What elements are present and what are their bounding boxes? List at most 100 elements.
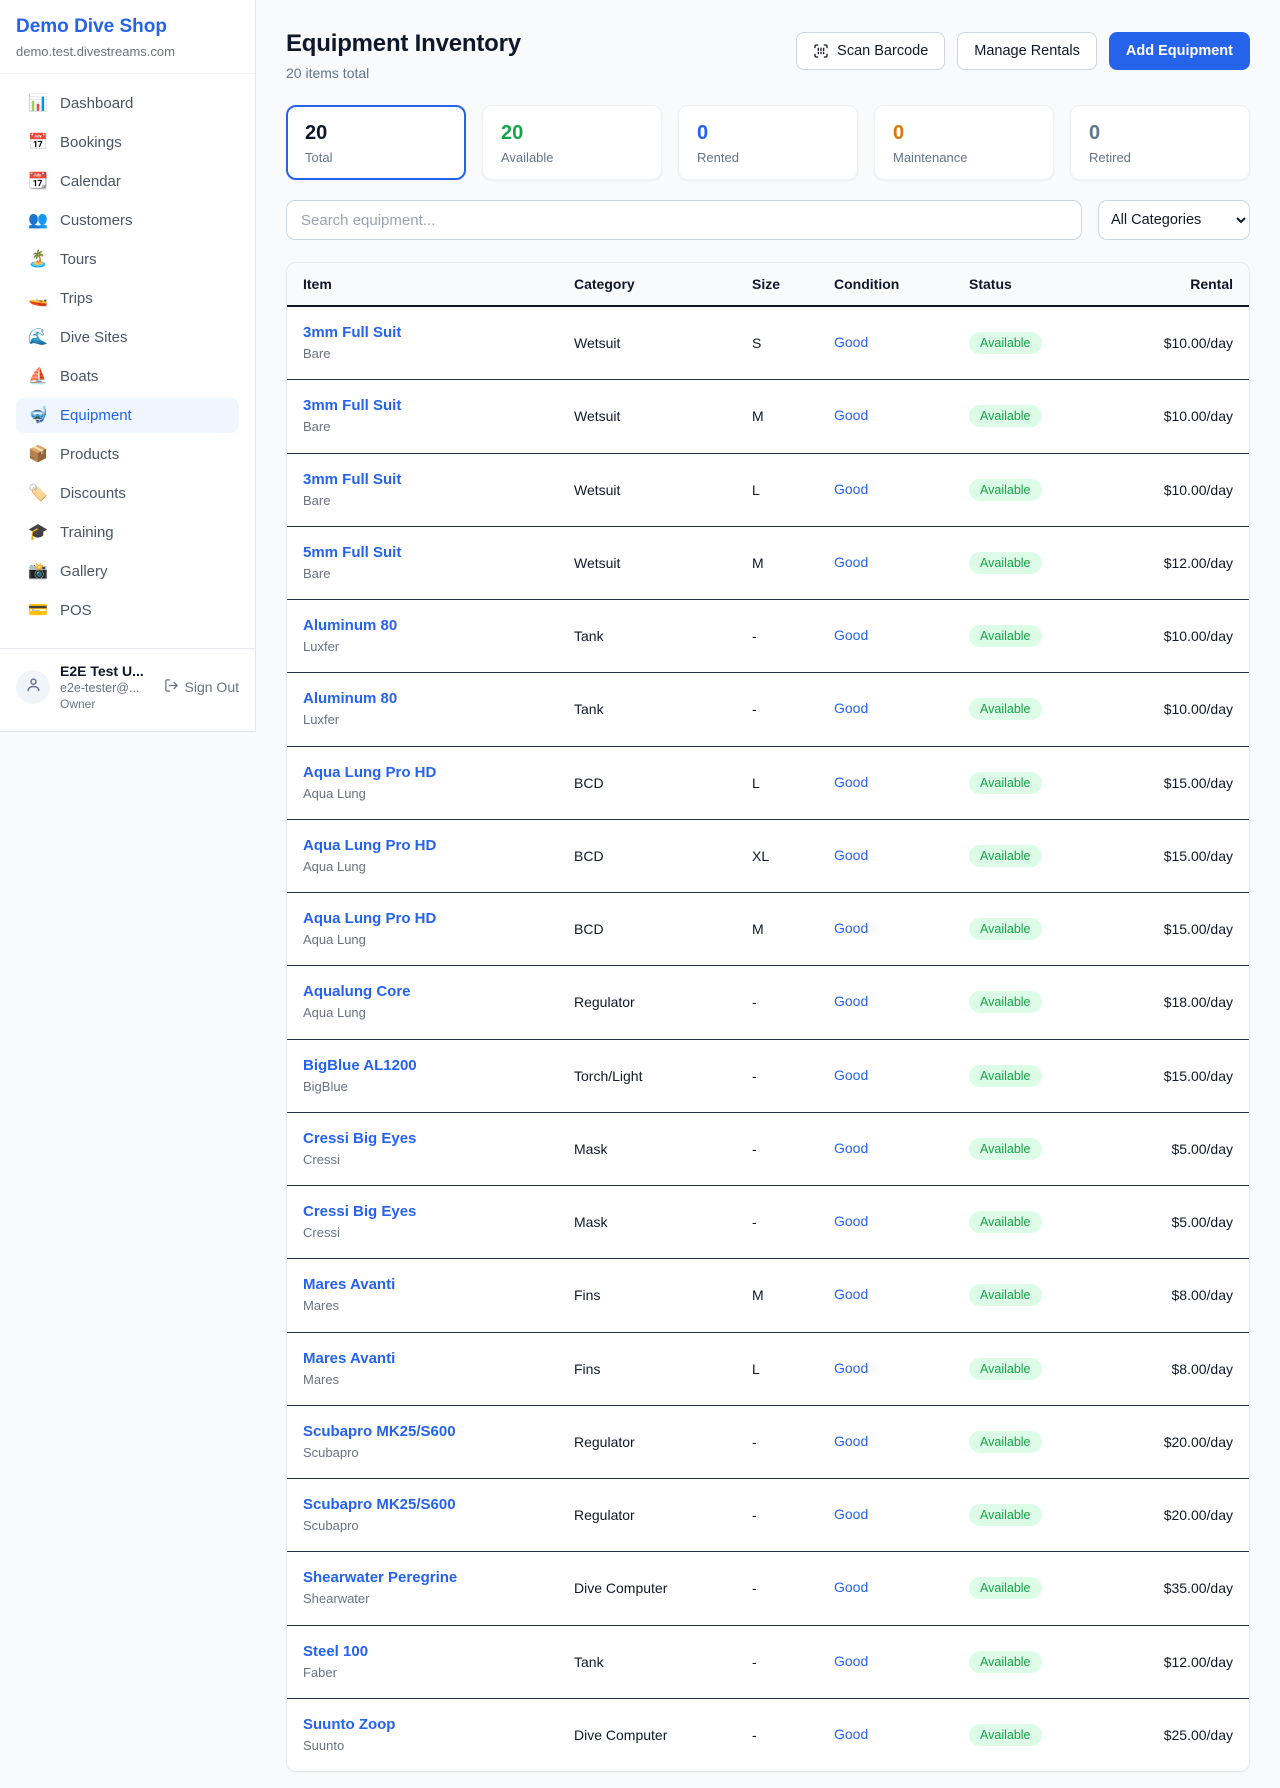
user-email: e2e-tester@...: [60, 681, 154, 695]
stat-value-available: 20: [501, 120, 643, 146]
item-condition-link[interactable]: Good: [834, 1506, 868, 1522]
item-condition-link[interactable]: Good: [834, 1286, 868, 1302]
item-name-link[interactable]: 3mm Full Suit: [303, 397, 542, 415]
item-brand: Scubapro: [303, 1445, 542, 1461]
item-condition-link[interactable]: Good: [834, 847, 868, 863]
search-input[interactable]: [286, 200, 1082, 240]
sidebar-item-equipment[interactable]: 🤿Equipment: [16, 398, 239, 433]
sidebar-item-calendar[interactable]: 📆Calendar: [16, 164, 239, 199]
item-condition-link[interactable]: Good: [834, 407, 868, 423]
item-name-link[interactable]: 3mm Full Suit: [303, 324, 542, 342]
item-name-link[interactable]: Steel 100: [303, 1643, 542, 1661]
sidebar-item-trips[interactable]: 🚤Trips: [16, 281, 239, 316]
item-rental-rate: $15.00/day: [1121, 746, 1249, 819]
item-category: Wetsuit: [558, 453, 736, 526]
item-category: Regulator: [558, 966, 736, 1039]
category-select[interactable]: All Categories: [1098, 200, 1250, 240]
sidebar-item-dive-sites[interactable]: 🌊Dive Sites: [16, 320, 239, 355]
sidebar-item-bookings[interactable]: 📅Bookings: [16, 125, 239, 160]
item-category: Regulator: [558, 1479, 736, 1552]
item-name-link[interactable]: Suunto Zoop: [303, 1716, 542, 1734]
item-condition-link[interactable]: Good: [834, 774, 868, 790]
item-condition-link[interactable]: Good: [834, 481, 868, 497]
item-name-link[interactable]: Mares Avanti: [303, 1350, 542, 1368]
item-rental-rate: $20.00/day: [1121, 1479, 1249, 1552]
item-name-link[interactable]: Aqua Lung Pro HD: [303, 764, 542, 782]
stat-card-retired[interactable]: 0Retired: [1070, 105, 1250, 180]
item-name-link[interactable]: BigBlue AL1200: [303, 1057, 542, 1075]
item-name-link[interactable]: Cressi Big Eyes: [303, 1130, 542, 1148]
item-category: Wetsuit: [558, 306, 736, 380]
sidebar-item-gallery[interactable]: 📸Gallery: [16, 554, 239, 589]
manage-rentals-button[interactable]: Manage Rentals: [957, 32, 1097, 70]
sign-out-button[interactable]: Sign Out: [164, 678, 239, 696]
add-equipment-button[interactable]: Add Equipment: [1109, 32, 1250, 70]
trips-icon: 🚤: [28, 291, 48, 307]
item-name-link[interactable]: Aluminum 80: [303, 690, 542, 708]
sidebar-item-products[interactable]: 📦 Products: [16, 437, 239, 472]
item-brand: Luxfer: [303, 712, 542, 728]
sidebar-item-customers[interactable]: 👥Customers: [16, 203, 239, 238]
table-row: Steel 100FaberTank-GoodAvailable$12.00/d…: [287, 1625, 1249, 1698]
sidebar-item-discounts[interactable]: 🏷️Discounts: [16, 476, 239, 511]
stat-card-rented[interactable]: 0Rented: [678, 105, 858, 180]
sidebar-item-boats[interactable]: ⛵Boats: [16, 359, 239, 394]
item-name-link[interactable]: Scubapro MK25/S600: [303, 1423, 542, 1441]
item-category: Dive Computer: [558, 1552, 736, 1625]
item-condition-link[interactable]: Good: [834, 1579, 868, 1595]
item-condition-link[interactable]: Good: [834, 993, 868, 1009]
status-badge: Available: [969, 552, 1042, 574]
products-icon: 📦: [28, 447, 48, 463]
stat-card-total[interactable]: 20Total: [286, 105, 466, 180]
item-name-link[interactable]: 3mm Full Suit: [303, 471, 542, 489]
status-badge: Available: [969, 1138, 1042, 1160]
item-condition-link[interactable]: Good: [834, 554, 868, 570]
page-header: Equipment Inventory 20 items total Scan …: [286, 30, 1250, 81]
item-size: XL: [736, 819, 818, 892]
item-condition-link[interactable]: Good: [834, 1360, 868, 1376]
page-title: Equipment Inventory: [286, 30, 521, 58]
user-meta: E2E Test U... e2e-tester@... Owner: [60, 663, 154, 711]
item-brand: Aqua Lung: [303, 859, 542, 875]
item-brand: Mares: [303, 1372, 542, 1388]
stats-row: 20Total20Available0Rented0Maintenance0Re…: [286, 105, 1250, 180]
stat-card-available[interactable]: 20Available: [482, 105, 662, 180]
brand-domain: demo.test.divestreams.com: [16, 44, 239, 59]
sidebar-item-label: Bookings: [60, 134, 122, 151]
item-name-link[interactable]: Aqualung Core: [303, 983, 542, 1001]
item-name-link[interactable]: Aqua Lung Pro HD: [303, 837, 542, 855]
item-condition-link[interactable]: Good: [834, 1140, 868, 1156]
sidebar-item-dashboard[interactable]: 📊Dashboard: [16, 86, 239, 121]
item-brand: Shearwater: [303, 1591, 542, 1607]
item-condition-link[interactable]: Good: [834, 1433, 868, 1449]
brand-title[interactable]: Demo Dive Shop: [16, 16, 239, 38]
item-name-link[interactable]: Aluminum 80: [303, 617, 542, 635]
item-condition-link[interactable]: Good: [834, 1213, 868, 1229]
item-name-link[interactable]: Cressi Big Eyes: [303, 1203, 542, 1221]
item-category: Mask: [558, 1186, 736, 1259]
item-category: Fins: [558, 1332, 736, 1405]
item-condition-link[interactable]: Good: [834, 1653, 868, 1669]
sidebar-item-label: Products: [60, 446, 119, 463]
item-name-link[interactable]: Aqua Lung Pro HD: [303, 910, 542, 928]
item-condition-link[interactable]: Good: [834, 334, 868, 350]
item-name-link[interactable]: 5mm Full Suit: [303, 544, 542, 562]
item-size: M: [736, 893, 818, 966]
customers-icon: 👥: [28, 213, 48, 229]
item-name-link[interactable]: Scubapro MK25/S600: [303, 1496, 542, 1514]
item-condition-link[interactable]: Good: [834, 627, 868, 643]
item-category: BCD: [558, 746, 736, 819]
stat-card-maintenance[interactable]: 0Maintenance: [874, 105, 1054, 180]
scan-barcode-button[interactable]: Scan Barcode: [796, 32, 945, 70]
item-condition-link[interactable]: Good: [834, 1067, 868, 1083]
sidebar-item-training[interactable]: 🎓Training: [16, 515, 239, 550]
item-condition-link[interactable]: Good: [834, 920, 868, 936]
item-condition-link[interactable]: Good: [834, 1726, 868, 1742]
item-name-link[interactable]: Shearwater Peregrine: [303, 1569, 542, 1587]
gallery-icon: 📸: [28, 564, 48, 580]
item-condition-link[interactable]: Good: [834, 700, 868, 716]
sidebar-item-pos[interactable]: 💳POS: [16, 593, 239, 628]
sidebar-item-tours[interactable]: 🏝️Tours: [16, 242, 239, 277]
discounts-icon: 🏷️: [28, 486, 48, 502]
item-name-link[interactable]: Mares Avanti: [303, 1276, 542, 1294]
